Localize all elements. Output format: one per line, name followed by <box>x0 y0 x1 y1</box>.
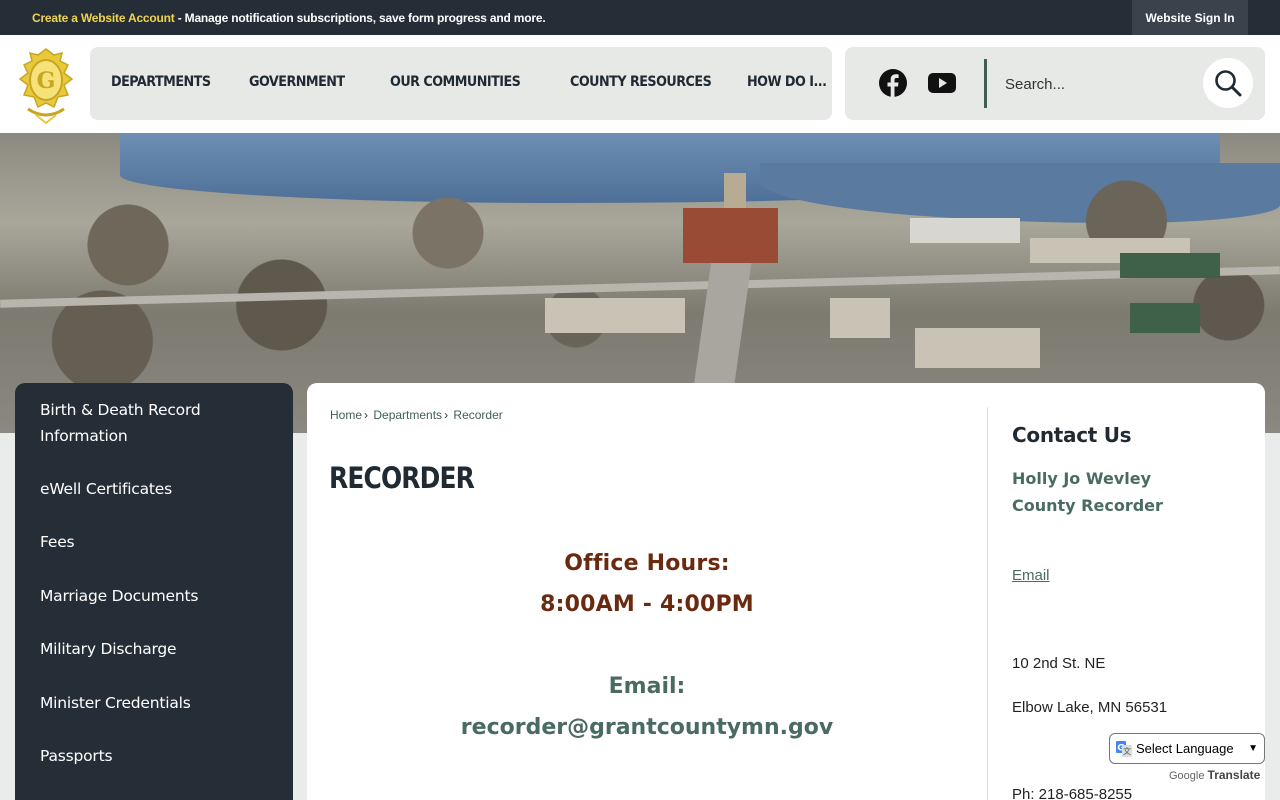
header: G DEPARTMENTS GOVERNMENT OUR COMMUNITIES… <box>0 35 1280 133</box>
svg-text:G: G <box>37 68 56 94</box>
breadcrumb-departments[interactable]: Departments <box>373 408 442 422</box>
hero-courthouse-tower <box>724 173 746 213</box>
hero-green-roof <box>1130 303 1200 333</box>
svg-text:文: 文 <box>1123 746 1131 756</box>
sidebar-item-birth-death[interactable]: Birth & Death Record Information <box>40 397 280 449</box>
hero-building <box>545 298 685 333</box>
translate-link[interactable]: Translate <box>1208 768 1261 782</box>
sidebar-item-military[interactable]: Military Discharge <box>40 636 280 662</box>
breadcrumb: Home › Departments › Recorder <box>330 408 503 422</box>
top-bar: Create a Website Account - Manage notifi… <box>0 0 1280 35</box>
office-hours-label: Office Hours: <box>564 551 730 576</box>
hero-trees <box>0 173 1280 413</box>
nav-how-do-i[interactable]: HOW DO I... <box>747 74 827 90</box>
search-button[interactable] <box>1203 58 1253 108</box>
content-divider <box>987 407 988 800</box>
email-label: Email: <box>608 674 686 699</box>
sidebar-item-fees[interactable]: Fees <box>40 529 280 555</box>
sidebar-nav: Birth & Death Record Information eWell C… <box>15 383 293 800</box>
nav-our-communities[interactable]: OUR COMMUNITIES <box>390 74 521 90</box>
language-select-label: Select Language <box>1136 741 1234 756</box>
county-seal-icon[interactable]: G <box>14 45 78 125</box>
language-select[interactable]: G 文 Select Language ▼ <box>1109 733 1265 764</box>
contact-phone: Ph: 218-685-8255 <box>1012 786 1133 800</box>
breadcrumb-separator: › <box>444 408 449 422</box>
google-wordmark: Google <box>1169 770 1205 782</box>
hero-building <box>830 298 890 338</box>
sign-in-button[interactable]: Website Sign In <box>1132 0 1248 35</box>
create-account-link[interactable]: Create a Website Account <box>32 11 175 25</box>
hero-building <box>915 328 1040 368</box>
sidebar-item-marriage[interactable]: Marriage Documents <box>40 583 280 609</box>
main-nav: DEPARTMENTS GOVERNMENT OUR COMMUNITIES C… <box>90 47 832 120</box>
google-translate-icon: G 文 <box>1116 740 1132 757</box>
breadcrumb-separator: › <box>364 408 369 422</box>
contact-email-link[interactable]: Email <box>1012 567 1050 584</box>
sidebar-item-minister[interactable]: Minister Credentials <box>40 690 280 716</box>
contact-name: Holly Jo Wevley <box>1012 469 1151 488</box>
hero-building <box>910 218 1020 243</box>
office-hours-value: 8:00AM - 4:00PM <box>540 592 754 617</box>
toolbar-divider <box>984 59 987 108</box>
youtube-icon[interactable] <box>928 73 956 93</box>
sidebar-item-passports[interactable]: Passports <box>40 743 280 769</box>
email-address[interactable]: recorder@grantcountymn.gov <box>307 715 987 740</box>
hero-courthouse <box>683 208 778 263</box>
search-icon <box>1215 70 1242 97</box>
sidebar-item-ewell[interactable]: eWell Certificates <box>40 476 280 502</box>
search-input[interactable] <box>995 67 1195 101</box>
account-message: Create a Website Account - Manage notifi… <box>32 11 546 25</box>
page-title: RECORDER <box>329 461 475 495</box>
chevron-down-icon: ▼ <box>1248 743 1258 754</box>
nav-departments[interactable]: DEPARTMENTS <box>111 74 211 90</box>
hero-green-roof <box>1120 253 1220 278</box>
account-message-text: - Manage notification subscriptions, sav… <box>174 11 546 25</box>
breadcrumb-home[interactable]: Home <box>330 408 362 422</box>
contact-address-line2: Elbow Lake, MN 56531 <box>1012 699 1168 716</box>
facebook-icon[interactable] <box>879 69 907 97</box>
breadcrumb-current: Recorder <box>453 408 503 422</box>
tool-bar <box>845 47 1265 120</box>
contact-us-heading: Contact Us <box>1012 423 1132 447</box>
contact-role: County Recorder <box>1012 496 1163 515</box>
nav-county-resources[interactable]: COUNTY RESOURCES <box>570 74 712 90</box>
powered-by-google: Google Translate <box>1169 768 1260 782</box>
nav-government[interactable]: GOVERNMENT <box>249 74 345 90</box>
contact-address-line1: 10 2nd St. NE <box>1012 655 1106 672</box>
